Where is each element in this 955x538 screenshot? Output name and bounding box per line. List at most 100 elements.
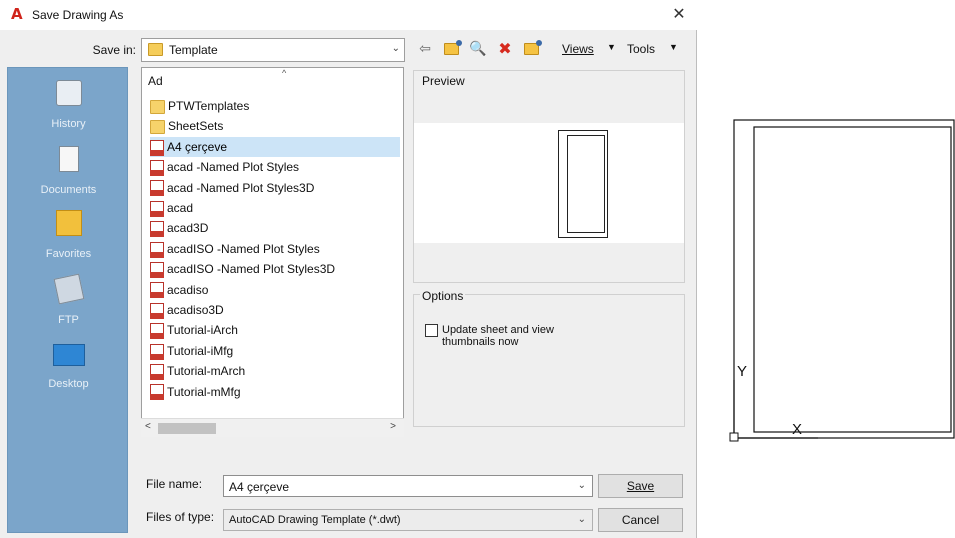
places-item-ftp[interactable]: FTP	[8, 273, 129, 326]
file-list-item[interactable]: acadiso	[150, 280, 400, 300]
scroll-left-icon[interactable]: <	[145, 421, 151, 432]
save-button[interactable]: Save	[598, 474, 683, 498]
drawing-canvas: Y X	[729, 119, 955, 442]
places-item-label: Documents	[40, 184, 97, 196]
dwt-file-icon	[150, 139, 164, 156]
desktop-icon	[52, 344, 85, 366]
scrollbar-thumb[interactable]	[158, 423, 216, 434]
places-item-documents[interactable]: Documents	[8, 146, 129, 196]
create-new-folder-icon[interactable]	[521, 39, 542, 59]
save-in-label: Save in:	[92, 43, 136, 57]
dwt-file-icon	[150, 302, 164, 319]
places-item-label: History	[51, 118, 86, 130]
file-list-item-label: acadiso	[167, 282, 209, 297]
file-list-item[interactable]: acad	[150, 198, 400, 218]
file-list-item-label: acad -Named Plot Styles	[167, 160, 300, 175]
ucs-origin-icon	[729, 432, 739, 442]
folder-icon	[150, 99, 165, 114]
preview-label: Preview	[422, 74, 465, 88]
file-list-item-label: acad	[167, 201, 194, 215]
dwt-file-icon	[150, 160, 164, 177]
cancel-button[interactable]: Cancel	[598, 508, 683, 532]
save-drawing-dialog: A Save Drawing As ✕ Save in: Template ⌄ …	[0, 0, 697, 538]
autocad-logo-icon: A	[11, 5, 23, 23]
dwt-file-icon	[150, 282, 164, 299]
x-axis-label: X	[792, 421, 802, 438]
outer-frame	[733, 119, 955, 439]
documents-icon	[58, 146, 79, 172]
search-web-icon[interactable]: 🔍	[468, 39, 488, 59]
file-list-item-label: Tutorial-mArch	[167, 364, 246, 379]
column-header-name[interactable]: Ad	[148, 74, 163, 88]
dwt-file-icon	[150, 200, 164, 217]
dwt-file-icon	[150, 180, 164, 197]
file-list-item-label: Tutorial-iArch	[167, 323, 238, 338]
options-label: Options	[420, 289, 466, 303]
delete-icon[interactable]: ✖	[496, 39, 514, 59]
places-item-favorites[interactable]: Favorites	[8, 210, 129, 260]
dwt-file-icon	[150, 364, 164, 381]
file-list-item-label: acad3D	[167, 221, 209, 236]
preview-image	[414, 123, 684, 243]
back-icon[interactable]: ⇦	[416, 39, 434, 59]
file-list-item-label: Tutorial-mMfg	[167, 384, 241, 399]
file-list-item[interactable]: Tutorial-iArch	[150, 320, 400, 340]
update-thumbnails-checkbox[interactable]	[425, 324, 438, 337]
update-thumbnails-label[interactable]: Update sheet and view thumbnails now	[442, 324, 592, 348]
places-item-desktop[interactable]: Desktop	[8, 344, 129, 390]
horizontal-scrollbar[interactable]: < >	[141, 418, 404, 437]
file-list-item[interactable]: PTWTemplates	[150, 96, 400, 116]
inner-frame	[753, 126, 952, 433]
file-list-item-label: A4 çerçeve	[167, 139, 228, 154]
dialog-title: Save Drawing As	[32, 8, 124, 22]
file-type-label: Files of type:	[146, 510, 215, 524]
folder-icon	[148, 43, 163, 56]
sort-indicator-icon: ^	[282, 68, 287, 78]
file-type-select[interactable]: AutoCAD Drawing Template (*.dwt) ⌄	[223, 509, 593, 531]
dwt-file-icon	[150, 241, 164, 258]
file-list-item[interactable]: acad3D	[150, 218, 400, 238]
close-icon[interactable]: ✕	[668, 3, 690, 25]
file-list-item[interactable]: acadISO -Named Plot Styles3D	[150, 259, 400, 279]
ftp-icon	[53, 273, 84, 305]
tools-dropdown-icon[interactable]: ▼	[669, 42, 678, 52]
chevron-down-icon: ⌄	[391, 43, 400, 54]
views-dropdown-icon[interactable]: ▼	[607, 42, 616, 52]
file-list-item[interactable]: acadISO -Named Plot Styles	[150, 239, 400, 259]
file-name-label: File name:	[146, 477, 203, 491]
preview-thumbnail	[558, 130, 608, 238]
file-list-item[interactable]: A4 çerçeve	[150, 136, 400, 157]
file-list-item[interactable]: Tutorial-mMfg	[150, 382, 400, 402]
save-in-dropdown[interactable]: Template ⌄	[141, 38, 405, 62]
save-in-value: Template	[169, 43, 218, 57]
places-item-history[interactable]: History	[8, 80, 129, 130]
title-bar: A Save Drawing As ✕	[0, 0, 697, 30]
drawing-area[interactable]: Y X	[698, 0, 955, 538]
tools-menu-button[interactable]: Tools	[627, 42, 655, 56]
dwt-file-icon	[150, 262, 164, 279]
up-one-level-icon[interactable]	[441, 39, 462, 59]
options-group	[413, 294, 685, 427]
dwt-file-icon	[150, 221, 164, 238]
folder-icon	[150, 120, 165, 135]
history-icon	[55, 80, 82, 106]
scroll-right-icon[interactable]: >	[390, 421, 396, 432]
file-list-item[interactable]: acad -Named Plot Styles	[150, 157, 400, 177]
file-list-item[interactable]: SheetSets	[150, 116, 400, 136]
places-item-label: Desktop	[48, 378, 89, 390]
file-list-item-label: PTWTemplates	[168, 99, 250, 113]
file-list-item[interactable]: acadiso3D	[150, 300, 400, 320]
favorites-icon	[55, 210, 82, 236]
file-list-item[interactable]: Tutorial-iMfg	[150, 341, 400, 361]
file-name-input[interactable]: A4 çerçeve ⌄	[223, 475, 593, 497]
file-list[interactable]: Ad ^ PTWTemplates SheetSets A4 çerçeve acad…	[141, 67, 404, 437]
file-list-item[interactable]: acad -Named Plot Styles3D	[150, 178, 400, 198]
file-list-item-label: acadISO -Named Plot Styles3D	[167, 262, 336, 277]
dwt-file-icon	[150, 343, 164, 360]
views-menu-button[interactable]: Views	[562, 42, 594, 56]
places-bar: History Documents Favorites FTP Desktop	[7, 67, 128, 533]
file-list-item-label: Tutorial-iMfg	[167, 343, 234, 358]
file-list-item-label: acadISO -Named Plot Styles	[167, 241, 320, 256]
file-list-item[interactable]: Tutorial-mArch	[150, 361, 400, 381]
chevron-down-icon[interactable]: ⌄	[578, 480, 586, 491]
